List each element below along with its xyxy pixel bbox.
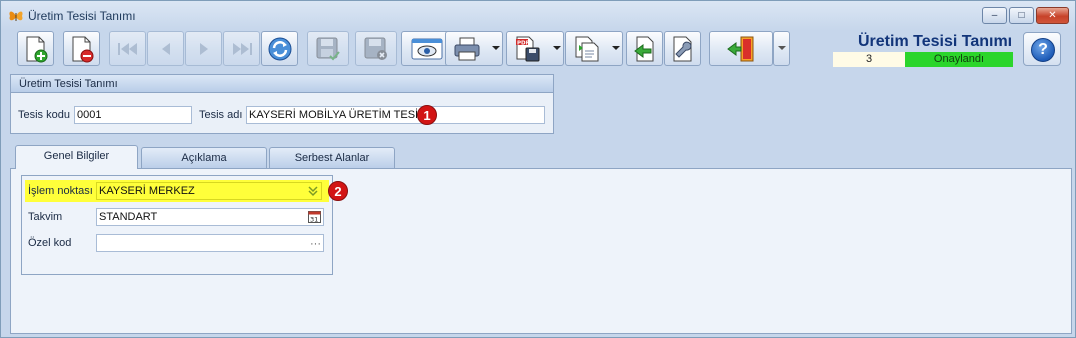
import-button[interactable] xyxy=(626,31,663,66)
butterfly-logo-icon xyxy=(9,11,23,21)
first-record-button[interactable] xyxy=(109,31,146,66)
operation-point-value: KAYSERİ MERKEZ xyxy=(99,185,195,197)
application-window: Üretim Tesisi Tanımı – □ ✕ PDF Üretim Te… xyxy=(0,0,1076,338)
next-record-button[interactable] xyxy=(185,31,222,66)
facility-group-title: Üretim Tesisi Tanımı xyxy=(11,75,553,93)
status-badge: Onaylandı xyxy=(905,52,1013,67)
exit-door-icon xyxy=(727,36,754,61)
special-code-field[interactable]: ··· xyxy=(96,234,324,252)
calendar-icon-label: 31 xyxy=(310,216,318,224)
previous-record-button[interactable] xyxy=(147,31,184,66)
save-cancel-icon xyxy=(364,37,387,60)
refresh-button[interactable] xyxy=(261,31,298,66)
general-tab-panel: İşlem noktası KAYSERİ MERKEZ 2 Takvim ST… xyxy=(10,168,1072,334)
print-button[interactable] xyxy=(445,31,503,66)
copy-document-icon xyxy=(575,36,599,61)
minimize-button[interactable]: – xyxy=(982,7,1007,24)
tab-general[interactable]: Genel Bilgiler xyxy=(15,145,138,169)
save-close-button[interactable] xyxy=(355,31,397,66)
help-button[interactable]: ? xyxy=(1023,32,1061,66)
form-title: Üretim Tesisi Tanımı xyxy=(858,33,1013,50)
close-button[interactable]: ✕ xyxy=(1036,7,1069,24)
pdf-save-icon: PDF xyxy=(516,36,540,61)
tab-custom-fields[interactable]: Serbest Alanlar xyxy=(269,147,395,169)
calendar-icon[interactable]: 31 xyxy=(308,210,321,223)
save-button[interactable] xyxy=(307,31,349,66)
save-icon xyxy=(316,37,340,60)
last-record-button[interactable] xyxy=(223,31,260,66)
annotation-badge-1: 1 xyxy=(417,105,437,125)
calendar-value: STANDART xyxy=(99,211,158,223)
import-icon xyxy=(633,36,653,61)
pdf-label: PDF xyxy=(517,40,530,46)
facility-name-field[interactable]: KAYSERİ MOBİLYA ÜRETİM TESİSİ xyxy=(246,106,545,124)
previous-icon xyxy=(161,42,170,55)
exit-dropdown-button[interactable] xyxy=(773,31,790,66)
tab-description[interactable]: Açıklama xyxy=(141,147,267,169)
operation-point-label: İşlem noktası xyxy=(28,185,93,197)
new-record-button[interactable] xyxy=(17,31,54,66)
special-code-label: Özel kod xyxy=(28,237,72,249)
facility-code-field[interactable]: 0001 xyxy=(74,106,192,124)
last-icon xyxy=(232,42,252,55)
delete-document-icon xyxy=(72,36,93,62)
general-fields-group: İşlem noktası KAYSERİ MERKEZ 2 Takvim ST… xyxy=(21,175,348,275)
printer-icon xyxy=(454,37,480,60)
refresh-icon xyxy=(268,37,291,60)
delete-record-button[interactable] xyxy=(63,31,100,66)
preview-icon xyxy=(411,38,443,59)
title-bar: Üretim Tesisi Tanımı – □ ✕ xyxy=(1,1,1075,29)
window-title: Üretim Tesisi Tanımı xyxy=(28,9,136,23)
window-controls: – □ ✕ xyxy=(982,7,1069,24)
tools-button[interactable] xyxy=(664,31,701,66)
first-icon xyxy=(117,42,137,55)
operation-point-field[interactable]: KAYSERİ MERKEZ xyxy=(96,182,322,200)
exit-dropdown-icon xyxy=(778,46,786,50)
facility-name-label: Tesis adı xyxy=(199,109,243,121)
calendar-field[interactable]: STANDART 31 xyxy=(96,208,324,226)
double-chevron-down-icon[interactable] xyxy=(307,184,319,198)
copy-document-button[interactable] xyxy=(565,31,623,66)
new-document-icon xyxy=(26,36,47,62)
help-icon: ? xyxy=(1031,38,1055,62)
facility-group: Üretim Tesisi Tanımı Tesis kodu 0001 Tes… xyxy=(10,74,554,134)
maximize-button[interactable]: □ xyxy=(1009,7,1034,24)
copy-dropdown-icon[interactable] xyxy=(612,46,620,50)
calendar-label: Takvim xyxy=(28,211,63,223)
wrench-icon xyxy=(673,36,691,61)
pdf-dropdown-icon[interactable] xyxy=(553,46,561,50)
ellipsis-icon[interactable]: ··· xyxy=(310,236,321,252)
next-icon xyxy=(199,42,208,55)
annotation-badge-2: 2 xyxy=(328,181,348,201)
print-dropdown-icon[interactable] xyxy=(492,46,500,50)
facility-code-label: Tesis kodu xyxy=(18,109,70,121)
exit-button[interactable] xyxy=(709,31,773,66)
export-pdf-button[interactable]: PDF xyxy=(506,31,564,66)
record-number: 3 xyxy=(833,52,905,67)
